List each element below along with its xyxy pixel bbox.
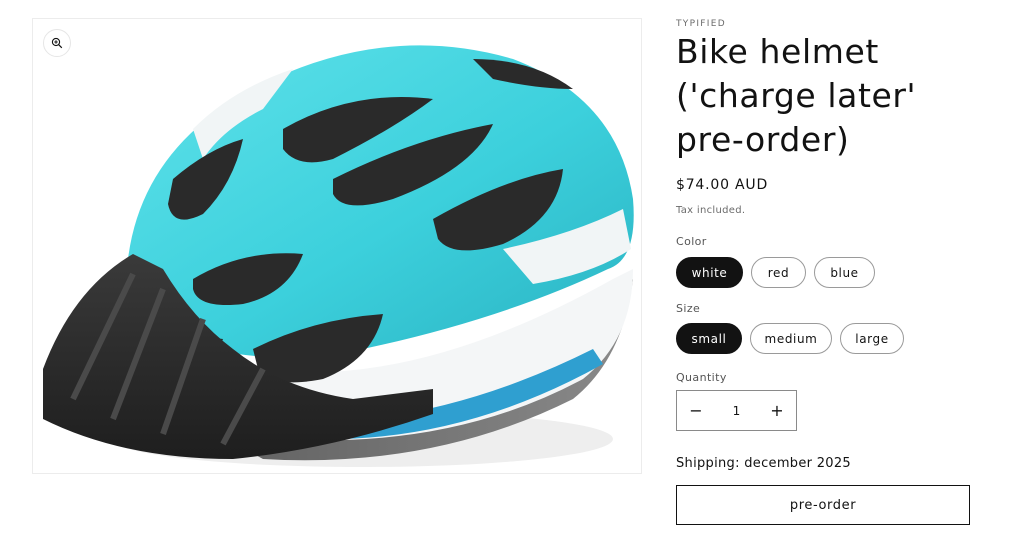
- product-media-gallery[interactable]: [32, 18, 642, 474]
- product-price: $74.00 AUD: [676, 177, 769, 193]
- color-option-group: white red blue: [676, 257, 875, 288]
- product-page: TYPIFIED Bike helmet ('charge later' pre…: [0, 0, 1024, 545]
- zoom-in-icon[interactable]: [43, 29, 71, 57]
- tax-note: Tax included.: [676, 205, 746, 216]
- size-option-group: small medium large: [676, 323, 904, 354]
- vendor-label: TYPIFIED: [676, 19, 726, 29]
- quantity-stepper: − +: [676, 390, 797, 431]
- color-option-white[interactable]: white: [676, 257, 743, 288]
- quantity-increase-button[interactable]: +: [758, 391, 796, 430]
- product-image-helmet: [43, 45, 634, 467]
- quantity-label: Quantity: [676, 371, 727, 384]
- color-option-label: Color: [676, 235, 707, 248]
- size-option-medium[interactable]: medium: [750, 323, 832, 354]
- product-title: Bike helmet ('charge later' pre-order): [676, 32, 917, 159]
- size-option-small[interactable]: small: [676, 323, 742, 354]
- preorder-button[interactable]: pre-order: [676, 485, 970, 525]
- color-option-blue[interactable]: blue: [814, 257, 875, 288]
- quantity-decrease-button[interactable]: −: [677, 391, 715, 430]
- quantity-input[interactable]: [716, 403, 757, 418]
- size-option-large[interactable]: large: [840, 323, 904, 354]
- color-option-red[interactable]: red: [751, 257, 806, 288]
- shipping-note: Shipping: december 2025: [676, 456, 851, 471]
- size-option-label: Size: [676, 302, 701, 315]
